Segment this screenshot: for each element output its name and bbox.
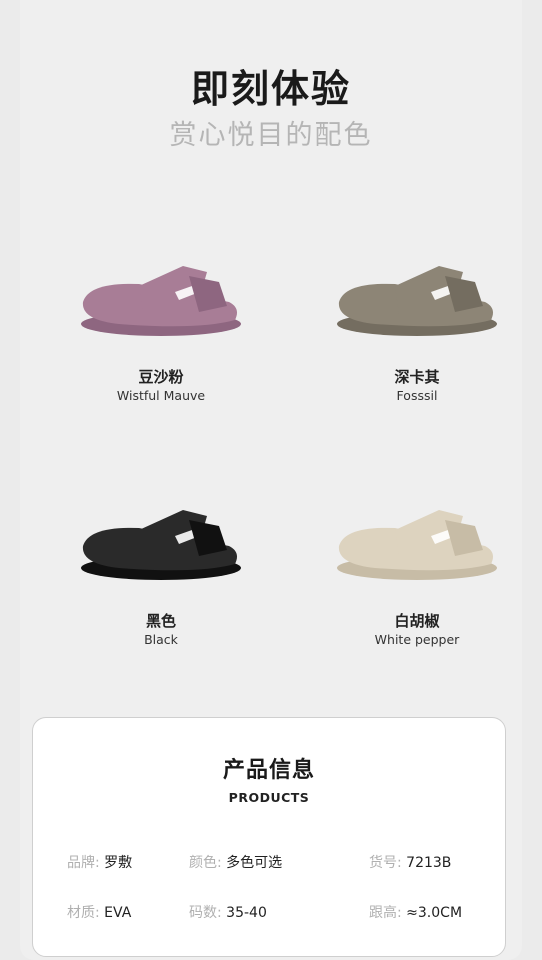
product-name-cn: 豆沙粉 [138, 368, 184, 386]
product-info-card: 产品信息 PRODUCTS 品牌: 罗敷 颜色: 多色可选 货号: 7213B … [32, 717, 506, 957]
spec-color: 颜色: 多色可选 [189, 852, 282, 872]
spec-key: 材质: [67, 905, 100, 921]
spec-value: 7213B [406, 855, 452, 871]
spec-value: 35-40 [226, 905, 267, 921]
product-card-fossil[interactable]: 深卡其 Fosssil [317, 262, 517, 452]
spec-key: 颜色: [189, 855, 222, 871]
product-name-en: Wistful Mauve [116, 388, 206, 403]
spec-value: 多色可选 [226, 855, 283, 871]
spec-item-no: 货号: 7213B [369, 852, 451, 872]
slipper-image [81, 510, 241, 580]
page-background: 即刻体验 赏心悦目的配色 豆沙粉 Wistful Mauve 深卡其 Fosss… [20, 0, 522, 960]
product-name-en: Fosssil [396, 388, 438, 403]
product-card-mauve[interactable]: 豆沙粉 Wistful Mauve [61, 262, 261, 452]
info-title: 产品信息 [222, 758, 315, 783]
product-name-cn: 深卡其 [394, 368, 440, 386]
spec-material: 材质: EVA [67, 902, 131, 922]
product-name-en: Black [144, 632, 178, 647]
product-name-cn: 白胡椒 [394, 612, 440, 630]
spec-heel-height: 跟高: ≈3.0CM [369, 902, 462, 922]
slipper-image [337, 510, 497, 580]
product-name-en: White pepper [374, 632, 460, 647]
slipper-image [81, 266, 241, 336]
product-card-white-pepper[interactable]: 白胡椒 White pepper [317, 506, 517, 696]
spec-key: 货号: [369, 855, 402, 871]
spec-key: 品牌: [67, 855, 100, 871]
slipper-image [337, 266, 497, 336]
product-card-black[interactable]: 黑色 Black [61, 506, 261, 696]
spec-key: 跟高: [369, 905, 402, 921]
product-name-cn: 黑色 [145, 612, 176, 630]
spec-value: ≈3.0CM [406, 905, 463, 921]
spec-value: 罗敷 [104, 855, 133, 871]
spec-value: EVA [104, 905, 132, 921]
page-title: 即刻体验 [190, 67, 351, 111]
spec-key: 码数: [189, 905, 222, 921]
spec-size: 码数: 35-40 [189, 902, 267, 922]
info-subtitle: PRODUCTS [228, 790, 310, 805]
spec-brand: 品牌: 罗敷 [67, 852, 132, 872]
page-subtitle: 赏心悦目的配色 [169, 120, 373, 151]
